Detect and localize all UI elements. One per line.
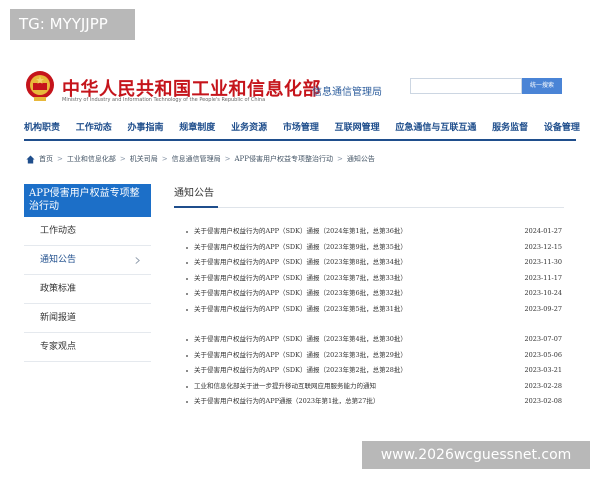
bullet xyxy=(186,246,188,249)
nav-item-guizhang[interactable]: 规章制度 xyxy=(179,120,215,134)
bullet xyxy=(186,293,188,295)
home-icon xyxy=(26,154,35,164)
notice-date: 2023-02-28 xyxy=(524,381,562,390)
notice-date: 2023-11-30 xyxy=(524,258,562,266)
bullet xyxy=(186,370,188,372)
list-item[interactable]: 关于侵害用户权益行为的APP（SDK）通报（2023年第9批，总第35批） 202… xyxy=(174,240,564,256)
notice-date: 2023-11-17 xyxy=(524,273,562,282)
nav-item-shebei[interactable]: 设备管理 xyxy=(544,120,580,134)
breadcrumb-separator: > xyxy=(161,155,168,163)
notice-title[interactable]: 关于侵害用户权益行为的APP（SDK）通报（2024年第1批，总第36批） xyxy=(194,224,407,240)
sidebar-item-label: 通知公告 xyxy=(40,255,77,265)
notice-content: 通知公告 关于侵害用户权益行为的APP（SDK）通报（2024年第1批，总第36… xyxy=(174,184,564,405)
ministry-name-en: Ministry of Industry and Information Tec… xyxy=(62,97,266,103)
national-emblem-icon xyxy=(26,71,54,101)
notice-title[interactable]: 关于侵害用户权益行为的APP（SDK）通报（2023年第4批，总第30批） xyxy=(194,332,407,348)
search-button[interactable]: 统一搜索 xyxy=(522,78,562,94)
content-title: 通知公告 xyxy=(174,184,564,208)
sidebar-item-label: 政策标准 xyxy=(40,284,77,294)
notice-title[interactable]: 关于侵害用户权益行为的APP（SDK）通报（2023年第8批，总第34批） xyxy=(194,255,407,271)
notice-date: 2023-03-21 xyxy=(524,366,562,374)
sidebar-item-label: 工作动态 xyxy=(40,226,77,236)
breadcrumb-campaign[interactable]: APP侵害用户权益专项整治行动 xyxy=(235,154,333,164)
sidebar-item-work-news[interactable]: 工作动态 xyxy=(24,217,151,246)
list-item[interactable]: 关于侵害用户权益行为的APP（SDK）通报（2023年第7批，总第33批） 202… xyxy=(174,271,564,287)
list-item[interactable]: 关于侵害用户权益行为的APP（SDK）通报（2023年第2批，总第28批） 202… xyxy=(174,363,564,379)
notice-date: 2023-02-08 xyxy=(524,397,562,405)
breadcrumb-bureau[interactable]: 信息通信管理局 xyxy=(172,154,221,164)
list-item[interactable]: 关于侵害用户权益行为的APP（SDK）通报（2023年第4批，总第30批） 202… xyxy=(174,332,564,348)
breadcrumb-separator: > xyxy=(57,155,63,163)
sidebar-item-experts[interactable]: 专家观点 xyxy=(24,333,151,362)
breadcrumb-separator: > xyxy=(336,155,343,163)
watermark-url: www.2026wcguessnet.com xyxy=(362,441,590,469)
notice-date: 2023-07-07 xyxy=(524,335,562,343)
nav-item-fuwu[interactable]: 服务监督 xyxy=(492,120,528,134)
breadcrumb-separator: > xyxy=(119,155,126,163)
notice-date: 2023-09-27 xyxy=(524,304,562,313)
nav-item-banshi[interactable]: 办事指南 xyxy=(128,120,164,134)
notice-title[interactable]: 关于侵害用户权益行为的APP（SDK）通报（2023年第6批，总第32批） xyxy=(194,286,407,302)
notice-title[interactable]: 关于侵害用户权益行为的APP（SDK）通报（2023年第5批，总第31批） xyxy=(194,302,407,318)
bullet xyxy=(186,401,188,403)
notice-title[interactable]: 关于侵害用户权益行为的APP（SDK）通报（2023年第9批，总第35批） xyxy=(194,240,407,256)
nav-divider xyxy=(24,139,576,141)
main-nav: 机构职责 工作动态 办事指南 规章制度 业务资源 市场管理 互联网管理 应急通信… xyxy=(24,120,580,134)
list-item[interactable]: 关于侵害用户权益行为的APP（SDK）通报（2023年第8批，总第34批） 202… xyxy=(174,255,564,271)
site-header: 中华人民共和国工业和信息化部 Ministry of Industry and … xyxy=(0,55,600,115)
notice-title[interactable]: 关于侵害用户权益行为的APP通报（2023年第1批，总第27批） xyxy=(194,394,379,410)
chevron-right-icon xyxy=(135,257,140,264)
nav-item-hulianwang[interactable]: 互联网管理 xyxy=(335,120,380,134)
breadcrumb-ministry[interactable]: 工业和信息化部 xyxy=(67,154,116,164)
notice-title[interactable]: 关于侵害用户权益行为的APP（SDK）通报（2023年第2批，总第28批） xyxy=(194,363,407,379)
search-input[interactable] xyxy=(410,78,522,94)
notice-list-group-1: 关于侵害用户权益行为的APP（SDK）通报（2024年第1批，总第36批） 202… xyxy=(174,224,564,317)
nav-item-gongzuo[interactable]: 工作动态 xyxy=(76,120,112,134)
bullet xyxy=(186,339,188,341)
nav-item-shichang[interactable]: 市场管理 xyxy=(283,120,319,134)
notice-title[interactable]: 关于侵害用户权益行为的APP（SDK）通报（2023年第7批，总第33批） xyxy=(194,271,407,287)
notice-date: 2024-01-27 xyxy=(524,227,562,235)
list-item[interactable]: 关于侵害用户权益行为的APP通报（2023年第1批，总第27批） 2023-02-… xyxy=(174,394,564,410)
notice-date: 2023-10-24 xyxy=(524,289,562,297)
sidebar: APP侵害用户权益专项整治行动 工作动态 通知公告 政策标准 新闻报道 专家观点 xyxy=(24,184,151,362)
list-item[interactable]: 关于侵害用户权益行为的APP（SDK）通报（2023年第6批，总第32批） 202… xyxy=(174,286,564,302)
sidebar-banner[interactable]: APP侵害用户权益专项整治行动 xyxy=(24,184,151,217)
bullet xyxy=(186,308,188,311)
breadcrumb-home[interactable]: 首页 xyxy=(39,154,53,164)
sidebar-item-press[interactable]: 新闻报道 xyxy=(24,304,151,333)
notice-list-group-2: 关于侵害用户权益行为的APP（SDK）通报（2023年第4批，总第30批） 202… xyxy=(174,332,564,410)
notice-title[interactable]: 工业和信息化部关于进一步提升移动互联网应用服务能力的通知 xyxy=(194,379,376,395)
watermark-tag: TG: MYYJJPP xyxy=(10,9,135,40)
notice-title[interactable]: 关于侵害用户权益行为的APP（SDK）通报（2023年第3批，总第29批） xyxy=(194,348,407,364)
sidebar-item-label: 专家观点 xyxy=(40,342,77,352)
nav-item-yingji[interactable]: 应急通信与互联互通 xyxy=(395,120,476,134)
bullet xyxy=(186,277,188,280)
site-name[interactable]: 信息通信管理局 xyxy=(312,83,382,98)
sidebar-item-label: 新闻报道 xyxy=(40,313,77,323)
sidebar-item-policy[interactable]: 政策标准 xyxy=(24,275,151,304)
list-item[interactable]: 关于侵害用户权益行为的APP（SDK）通报（2023年第3批，总第29批） 202… xyxy=(174,348,564,364)
breadcrumb-current: 通知公告 xyxy=(346,155,375,163)
breadcrumb: 首页 > 工业和信息化部 > 机关司局 > 信息通信管理局 > APP侵害用户权… xyxy=(26,154,375,164)
notice-date: 2023-12-15 xyxy=(524,242,562,251)
bullet xyxy=(186,385,188,388)
breadcrumb-bureaus[interactable]: 机关司局 xyxy=(130,154,158,164)
list-item[interactable]: 关于侵害用户权益行为的APP（SDK）通报（2024年第1批，总第36批） 202… xyxy=(174,224,564,240)
sidebar-item-notices[interactable]: 通知公告 xyxy=(24,246,151,275)
bullet xyxy=(186,354,188,357)
nav-item-yewu[interactable]: 业务资源 xyxy=(231,120,267,134)
bullet xyxy=(186,262,188,264)
notice-date: 2023-05-06 xyxy=(524,350,562,359)
breadcrumb-separator: > xyxy=(224,155,231,163)
list-item[interactable]: 工业和信息化部关于进一步提升移动互联网应用服务能力的通知 2023-02-28 xyxy=(174,379,564,395)
nav-item-jigou[interactable]: 机构职责 xyxy=(24,120,60,134)
list-item[interactable]: 关于侵害用户权益行为的APP（SDK）通报（2023年第5批，总第31批） 202… xyxy=(174,302,564,318)
bullet xyxy=(186,231,188,233)
